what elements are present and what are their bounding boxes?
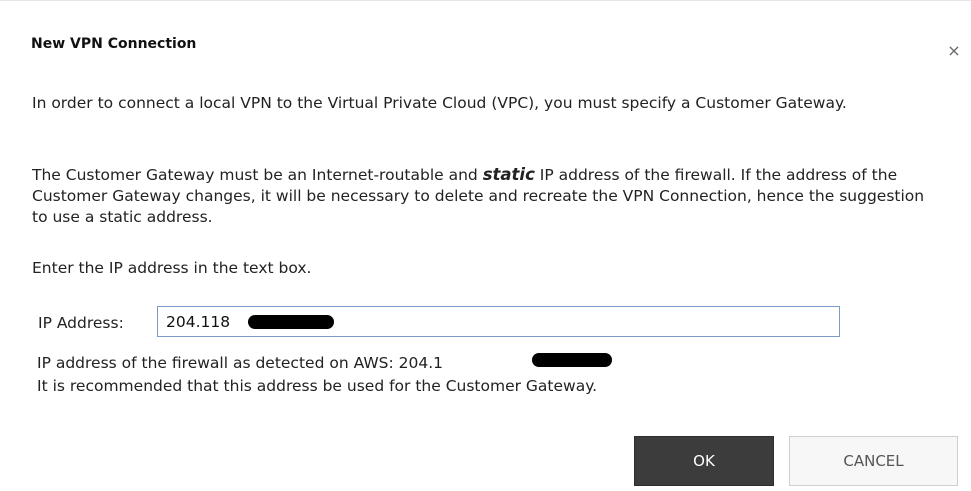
ok-button[interactable]: OK: [634, 436, 774, 486]
static-ip-paragraph-text-start: The Customer Gateway must be an Internet…: [32, 166, 483, 184]
recommendation-text: It is recommended that this address be u…: [37, 377, 598, 395]
dialog-title: New VPN Connection: [31, 36, 197, 52]
redaction-mark: [532, 353, 612, 367]
ip-address-label: IP Address:: [38, 314, 124, 332]
intro-paragraph: In order to connect a local VPN to the V…: [32, 94, 847, 112]
static-ip-paragraph: The Customer Gateway must be an Internet…: [32, 164, 937, 228]
redaction-mark: [248, 315, 334, 329]
static-emphasis: static: [482, 165, 535, 184]
instruction-text: Enter the IP address in the text box.: [32, 259, 312, 277]
cancel-button[interactable]: CANCEL: [789, 436, 958, 486]
close-icon[interactable]: ×: [944, 41, 964, 61]
detected-ip-text: IP address of the firewall as detected o…: [37, 354, 444, 372]
new-vpn-connection-dialog: New VPN Connection × In order to connect…: [0, 0, 971, 491]
